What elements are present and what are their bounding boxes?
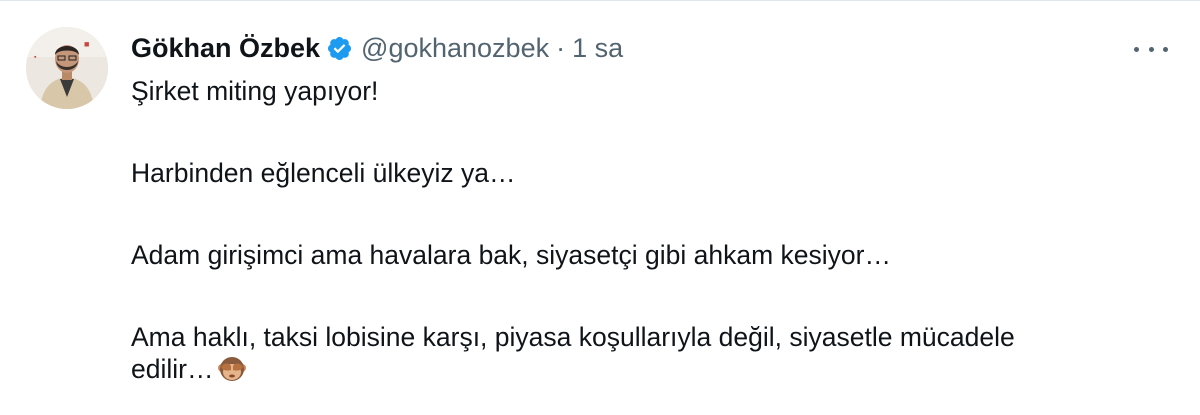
tweet-text: Şirket miting yapıyor! Harbinden eğlence… bbox=[131, 75, 1171, 385]
more-dot bbox=[1163, 46, 1168, 52]
svg-text:■: ■ bbox=[84, 39, 89, 49]
avatar[interactable]: ■ ▪ bbox=[26, 27, 108, 109]
tweet-line: Adam girişimci ama havalara bak, siyaset… bbox=[131, 240, 891, 270]
tweet-header: Gökhan Özbek @gokhanozbek · 1 sa bbox=[131, 31, 623, 65]
tweet-line: Şirket miting yapıyor! bbox=[131, 76, 379, 106]
more-dot bbox=[1148, 46, 1154, 52]
more-options-icon[interactable] bbox=[1134, 39, 1168, 59]
separator-dot: · bbox=[556, 32, 566, 63]
tweet-line-end: edilir… bbox=[131, 354, 214, 384]
more-dot bbox=[1134, 46, 1139, 52]
tweet-card[interactable]: ■ ▪ Gökhan Özbek @gokhanozbek · 1 sa Şir… bbox=[0, 0, 1200, 415]
tweet-line: Harbinden eğlenceli ülkeyiz ya… bbox=[131, 158, 516, 188]
author-name[interactable]: Gökhan Özbek bbox=[131, 33, 320, 64]
tweet-line-last: edilir… bbox=[131, 353, 1171, 385]
verified-badge-icon bbox=[326, 35, 353, 62]
see-no-evil-monkey-emoji-icon bbox=[217, 354, 247, 384]
author-handle[interactable]: @gokhanozbek bbox=[361, 33, 549, 64]
tweet-timestamp[interactable]: 1 sa bbox=[572, 33, 623, 64]
tweet-line: Ama haklı, taksi lobisine karşı, piyasa … bbox=[131, 322, 1015, 352]
